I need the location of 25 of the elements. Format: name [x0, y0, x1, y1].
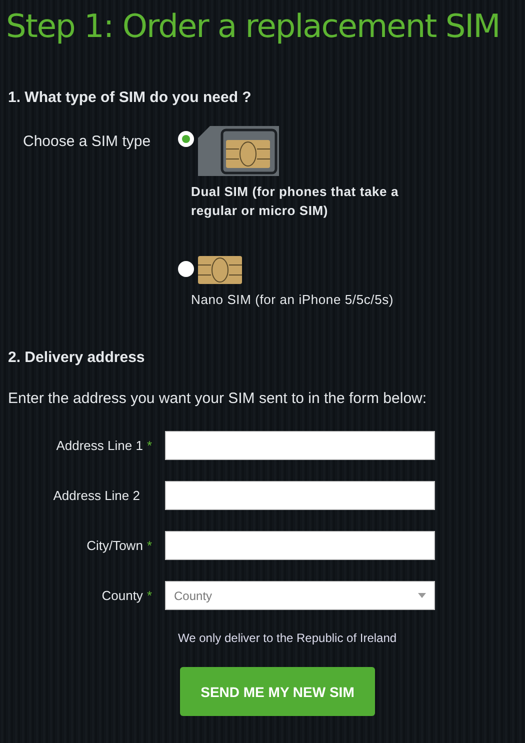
field-label: City/Town	[86, 538, 143, 553]
option-label: Dual SIM (for phones that take a regular or micro SIM)	[191, 183, 400, 220]
option-label: Nano SIM (for an iPhone 5/5c/5s)	[191, 291, 395, 309]
field-label: Address Line 2	[53, 488, 140, 503]
page-title: Step 1: Order a replacement SIM	[5, 6, 500, 47]
text-field[interactable]	[165, 481, 435, 510]
radio-button[interactable]	[178, 131, 194, 147]
intro-text: Enter the address you want your SIM sent to in the form below:	[7, 390, 428, 407]
submit-button[interactable]: SEND ME MY NEW SIM	[180, 667, 375, 716]
sim-card-icon	[198, 126, 279, 176]
radio-button[interactable]	[178, 261, 194, 277]
section-heading: 1. What type of SIM do you need ?	[7, 89, 252, 106]
required-mark: *	[146, 538, 152, 553]
county-dropdown[interactable]: County	[165, 581, 435, 610]
required-mark: *	[146, 438, 152, 453]
required-mark: *	[146, 588, 152, 603]
field-label: Address Line 1	[56, 438, 143, 453]
delivery-note: We only deliver to the Republic of Ireland	[178, 631, 398, 645]
text-field[interactable]	[165, 531, 435, 560]
field-label: County	[102, 588, 143, 603]
section-heading: 2. Delivery address	[7, 349, 146, 366]
caret-icon	[418, 593, 426, 598]
sim-chip-icon	[198, 256, 242, 284]
text-field[interactable]	[165, 431, 435, 460]
sim-type-label: Choose a SIM type	[22, 133, 152, 152]
